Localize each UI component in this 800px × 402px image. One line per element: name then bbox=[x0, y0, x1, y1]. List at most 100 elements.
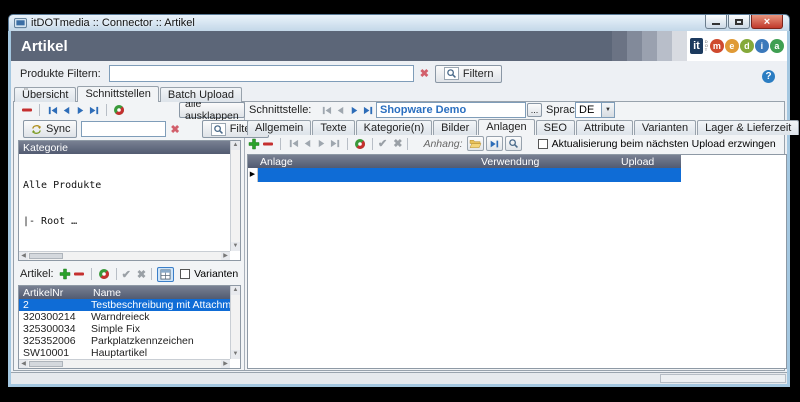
scroll-up-icon[interactable]: ▲ bbox=[231, 286, 240, 295]
tab-batch-upload[interactable]: Batch Upload bbox=[160, 87, 242, 102]
add-icon[interactable] bbox=[58, 267, 72, 281]
nav-prev-icon[interactable] bbox=[333, 103, 347, 117]
browse-button[interactable]: ... bbox=[527, 103, 542, 117]
kategorie-toolbar: alle ausklappen bbox=[14, 102, 244, 118]
table-row[interactable]: 325352006Parkplatzkennzeichen bbox=[19, 335, 240, 347]
kategorie-vscrollbar[interactable]: ▲▼ bbox=[230, 141, 240, 251]
nav-first-icon[interactable] bbox=[319, 103, 333, 117]
tab-lager-lieferzeit[interactable]: Lager & Lieferzeit bbox=[697, 120, 799, 135]
tab-kategorien[interactable]: Kategorie(n) bbox=[356, 120, 433, 135]
header-stripes bbox=[612, 31, 687, 61]
scroll-thumb[interactable] bbox=[29, 253, 63, 259]
product-filter-button[interactable]: Filtern bbox=[435, 65, 503, 83]
varianten-checkbox[interactable] bbox=[180, 269, 190, 279]
scroll-thumb[interactable] bbox=[29, 361, 63, 367]
anhang-label: Anhang: bbox=[423, 138, 462, 150]
table-row[interactable]: 2Testbeschreibung mit Attachment, IMG bbox=[19, 299, 240, 311]
tree-item[interactable]: |- Root … bbox=[23, 216, 240, 228]
scroll-right-icon[interactable]: ▶ bbox=[221, 360, 230, 368]
close-button[interactable]: × bbox=[751, 15, 783, 29]
minimize-button[interactable] bbox=[705, 15, 727, 29]
schnittstelle-label: Schnittstelle: bbox=[249, 104, 311, 116]
nav-first-icon[interactable] bbox=[45, 103, 59, 117]
maximize-icon bbox=[735, 19, 743, 25]
nav-last-icon[interactable] bbox=[361, 103, 375, 117]
confirm-icon[interactable]: ✔ bbox=[122, 268, 131, 281]
nav-prev-icon[interactable] bbox=[300, 137, 314, 151]
chevron-down-icon[interactable]: ▼ bbox=[601, 103, 614, 117]
column-anlage[interactable]: Anlage bbox=[248, 156, 481, 168]
schnittstelle-input[interactable] bbox=[376, 102, 526, 118]
logo-letter-d: d bbox=[740, 39, 754, 53]
nav-next-icon[interactable] bbox=[314, 137, 328, 151]
artikel-hscrollbar[interactable]: ◀▶ bbox=[19, 359, 230, 368]
help-icon[interactable]: ? bbox=[762, 70, 775, 83]
cancel-icon[interactable]: ✖ bbox=[393, 137, 402, 150]
tab-uebersicht[interactable]: Übersicht bbox=[14, 87, 76, 102]
artikel-label: Artikel: bbox=[20, 268, 54, 280]
tab-varianten[interactable]: Varianten bbox=[634, 120, 696, 135]
preview-button[interactable] bbox=[505, 136, 522, 151]
table-row[interactable]: 325300034Simple Fix bbox=[19, 323, 240, 335]
tab-texte[interactable]: Texte bbox=[312, 120, 354, 135]
artikel-vscrollbar[interactable]: ▲▼ bbox=[230, 286, 240, 359]
nav-next-icon[interactable] bbox=[347, 103, 361, 117]
refresh-icon[interactable] bbox=[97, 267, 111, 281]
tab-bilder[interactable]: Bilder bbox=[433, 120, 477, 135]
scroll-left-icon[interactable]: ◀ bbox=[19, 252, 28, 260]
nav-prev-icon[interactable] bbox=[59, 103, 73, 117]
kategorie-hscrollbar[interactable]: ◀▶ bbox=[19, 251, 230, 260]
add-icon[interactable] bbox=[247, 137, 261, 151]
refresh-icon[interactable] bbox=[112, 103, 126, 117]
open-attachment-button[interactable] bbox=[467, 136, 484, 151]
logo-letter-i: i bbox=[755, 39, 769, 53]
sync-filter-input[interactable] bbox=[81, 121, 166, 137]
nav-last-icon[interactable] bbox=[328, 137, 342, 151]
tab-seo[interactable]: SEO bbox=[536, 120, 575, 135]
scroll-left-icon[interactable]: ◀ bbox=[19, 360, 28, 368]
expand-all-button[interactable]: alle ausklappen bbox=[179, 102, 245, 118]
table-row[interactable]: 320300214Warndreieck bbox=[19, 311, 240, 323]
tab-attribute[interactable]: Attribute bbox=[576, 120, 633, 135]
tab-schnittstellen[interactable]: Schnittstellen bbox=[77, 86, 158, 102]
remove-icon[interactable] bbox=[20, 103, 34, 117]
scroll-down-icon[interactable]: ▼ bbox=[231, 242, 240, 251]
refresh-icon[interactable] bbox=[353, 137, 367, 151]
logo-it: it bbox=[690, 38, 703, 54]
confirm-icon[interactable]: ✔ bbox=[378, 137, 387, 150]
column-verwendung[interactable]: Verwendung bbox=[481, 156, 621, 168]
update-on-upload-checkbox[interactable] bbox=[538, 139, 548, 149]
cancel-icon[interactable]: ✖ bbox=[137, 268, 146, 281]
varianten-view-toggle[interactable] bbox=[157, 267, 174, 282]
scroll-down-icon[interactable]: ▼ bbox=[231, 350, 240, 359]
app-icon bbox=[13, 16, 27, 30]
play-last-icon bbox=[489, 138, 500, 149]
nav-last-icon[interactable] bbox=[87, 103, 101, 117]
table-row[interactable]: SW10001Hauptartikel bbox=[19, 347, 240, 359]
column-upload[interactable]: Upload bbox=[621, 156, 681, 168]
window-title: itDOTmedia :: Connector :: Artikel bbox=[31, 17, 195, 29]
kategorie-tree[interactable]: Alle Produkte |- Root … |- Deutsch … |- … bbox=[19, 154, 240, 243]
column-name[interactable]: Name bbox=[91, 287, 240, 299]
status-section-right bbox=[660, 374, 786, 383]
scroll-right-icon[interactable]: ▶ bbox=[221, 252, 230, 260]
logo-letter-a: a bbox=[770, 39, 784, 53]
maximize-button[interactable] bbox=[728, 15, 750, 29]
tab-anlagen[interactable]: Anlagen bbox=[478, 119, 534, 135]
scroll-up-icon[interactable]: ▲ bbox=[231, 141, 240, 150]
sync-button[interactable]: Sync bbox=[23, 120, 77, 138]
sync-clear-icon[interactable]: ✖ bbox=[170, 123, 179, 136]
nav-first-icon[interactable] bbox=[286, 137, 300, 151]
play-to-end-button[interactable] bbox=[486, 136, 503, 151]
tree-item[interactable]: Alle Produkte bbox=[23, 180, 240, 192]
column-artikelnr[interactable]: ArtikelNr bbox=[19, 287, 91, 299]
table-row[interactable]: ▶ bbox=[248, 168, 681, 182]
window-titlebar[interactable]: itDOTmedia :: Connector :: Artikel × bbox=[8, 14, 790, 31]
clear-filter-icon[interactable]: ✖ bbox=[420, 67, 429, 80]
sprache-dropdown[interactable]: DE ▼ bbox=[575, 102, 615, 118]
remove-icon[interactable] bbox=[261, 137, 275, 151]
tab-allgemein[interactable]: Allgemein bbox=[247, 120, 311, 135]
product-filter-input[interactable] bbox=[109, 65, 414, 82]
nav-next-icon[interactable] bbox=[73, 103, 87, 117]
remove-icon[interactable] bbox=[72, 267, 86, 281]
